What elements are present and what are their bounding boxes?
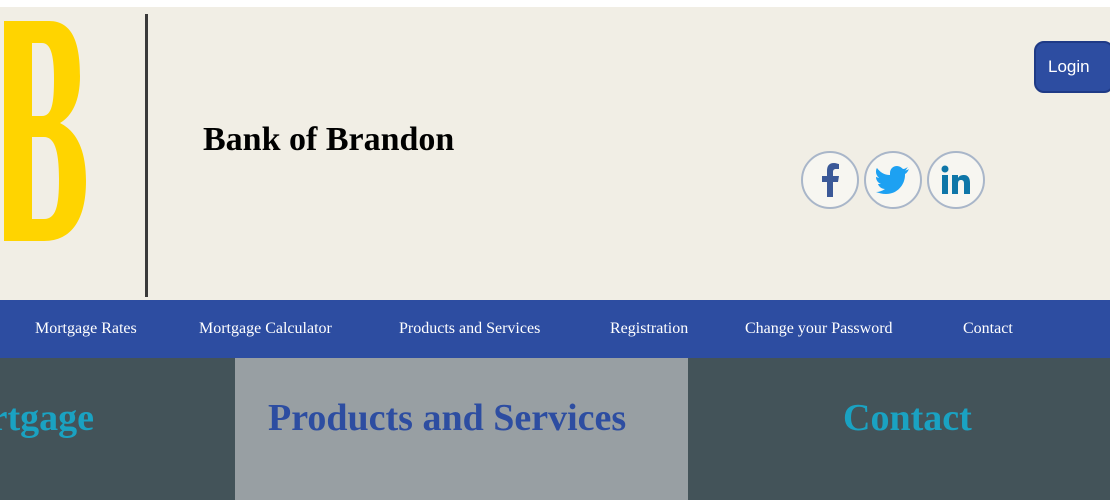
nav-item-mortgage-rates[interactable]: Mortgage Rates bbox=[35, 320, 137, 338]
panel-title-mortgage: Mortgage bbox=[0, 397, 94, 439]
logo-letter-b bbox=[4, 21, 86, 241]
twitter-icon bbox=[876, 166, 909, 194]
facebook-link[interactable] bbox=[801, 151, 859, 209]
panel-contact[interactable]: Contact bbox=[688, 358, 1110, 500]
linkedin-link[interactable] bbox=[927, 151, 985, 209]
panel-mortgage[interactable]: Mortgage bbox=[0, 358, 235, 500]
linkedin-icon bbox=[941, 165, 970, 194]
nav-item-mortgage-calculator[interactable]: Mortgage Calculator bbox=[199, 320, 332, 338]
bank-logo[interactable] bbox=[0, 21, 94, 241]
nav-item-products-and-services[interactable]: Products and Services bbox=[399, 320, 540, 338]
main-nav: Mortgage Rates Mortgage Calculator Produ… bbox=[0, 300, 1110, 358]
nav-item-change-password[interactable]: Change your Password bbox=[745, 320, 893, 338]
twitter-link[interactable] bbox=[864, 151, 922, 209]
nav-item-contact[interactable]: Contact bbox=[963, 320, 1013, 338]
panel-products-and-services[interactable]: Products and Services bbox=[235, 358, 688, 500]
feature-panels: Mortgage Products and Services Contact bbox=[0, 358, 1110, 500]
bank-title: Bank of Brandon bbox=[203, 121, 455, 158]
panel-title-products-and-services: Products and Services bbox=[268, 397, 627, 439]
facebook-icon bbox=[822, 163, 839, 197]
panel-title-contact: Contact bbox=[843, 397, 972, 439]
nav-item-registration[interactable]: Registration bbox=[610, 320, 688, 338]
site-header: Bank of Brandon Login bbox=[0, 0, 1110, 300]
login-button[interactable]: Login bbox=[1034, 41, 1110, 93]
header-divider bbox=[145, 14, 148, 297]
